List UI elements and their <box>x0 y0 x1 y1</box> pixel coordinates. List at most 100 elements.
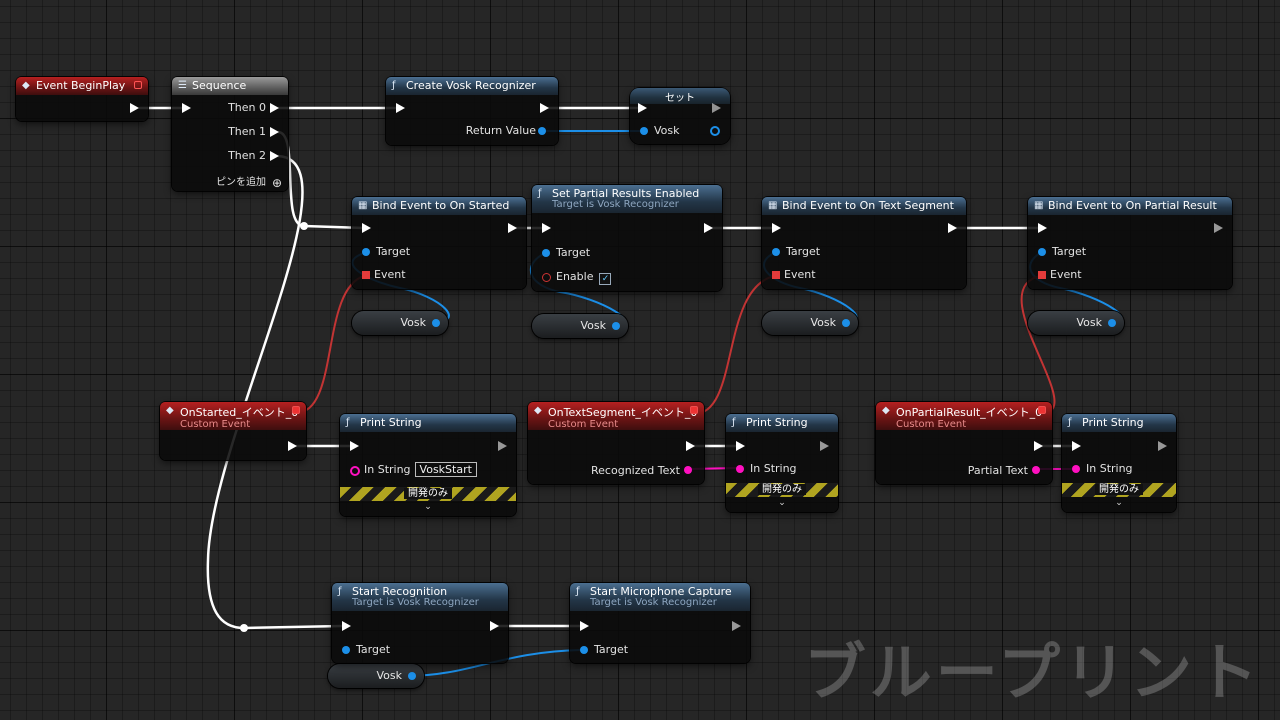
in-string-pin[interactable] <box>736 465 744 473</box>
exec-out-pin[interactable] <box>732 621 741 631</box>
exec-out-pin[interactable] <box>712 103 721 113</box>
exec-in-pin[interactable] <box>1072 441 1081 451</box>
sequence-node[interactable]: ☰ Sequence Then 0 Then 1 Then 2 ピンを追加 ⊕ <box>172 77 288 191</box>
return-value-pin[interactable] <box>538 127 546 135</box>
then-2-pin[interactable] <box>270 151 279 161</box>
delegate-pin-icon[interactable] <box>134 81 142 89</box>
bind-on-text-segment-node[interactable]: ▦ Bind Event to On Text Segment Target E… <box>762 197 966 289</box>
exec-out-pin[interactable] <box>704 223 713 233</box>
delegate-pin-icon[interactable] <box>292 406 300 414</box>
exec-out-pin[interactable] <box>1214 223 1223 233</box>
exec-out-pin[interactable] <box>130 103 139 113</box>
exec-out-pin[interactable] <box>288 441 297 451</box>
vosk-output-pin[interactable] <box>710 126 720 136</box>
in-string-input[interactable]: VoskStart <box>414 462 477 477</box>
vosk-output-pin[interactable] <box>842 319 850 327</box>
target-pin[interactable] <box>362 248 370 256</box>
vosk-getter-node[interactable]: Vosk <box>352 311 448 335</box>
node-header[interactable]: ƒ Start Recognition Target is Vosk Recog… <box>332 583 508 611</box>
node-header[interactable]: ƒ Start Microphone Capture Target is Vos… <box>570 583 750 611</box>
vosk-output-pin[interactable] <box>612 322 620 330</box>
vosk-getter-node[interactable]: Vosk <box>1028 311 1124 335</box>
node-header[interactable]: ◆ OnPartialResult_イベント_0 Custom Event <box>876 402 1052 430</box>
delegate-pin-icon[interactable] <box>690 406 698 414</box>
target-pin[interactable] <box>772 248 780 256</box>
vosk-getter-node[interactable]: Vosk <box>532 314 628 338</box>
exec-in-pin[interactable] <box>362 223 371 233</box>
node-header[interactable]: ◆ Event BeginPlay <box>16 77 148 95</box>
start-microphone-capture-node[interactable]: ƒ Start Microphone Capture Target is Vos… <box>570 583 750 663</box>
event-beginplay-node[interactable]: ◆ Event BeginPlay <box>16 77 148 121</box>
on-text-segment-event-node[interactable]: ◆ OnTextSegment_イベント_0 Custom Event Reco… <box>528 402 704 484</box>
target-pin[interactable] <box>342 646 350 654</box>
event-pin[interactable] <box>772 271 780 279</box>
node-header[interactable]: ▦ Bind Event to On Partial Result <box>1028 197 1232 215</box>
vosk-input-pin[interactable] <box>640 127 648 135</box>
in-string-pin[interactable] <box>1072 465 1080 473</box>
recognized-text-pin[interactable] <box>684 466 692 474</box>
expand-chevron-icon[interactable]: ⌄ <box>340 502 516 512</box>
exec-out-pin[interactable] <box>948 223 957 233</box>
node-header[interactable]: ƒ Print String <box>1062 414 1176 432</box>
node-header[interactable]: ☰ Sequence <box>172 77 288 95</box>
set-partial-results-node[interactable]: ƒ Set Partial Results Enabled Target is … <box>532 185 722 291</box>
expand-chevron-icon[interactable]: ⌄ <box>1062 498 1176 508</box>
exec-in-pin[interactable] <box>542 223 551 233</box>
exec-out-pin[interactable] <box>498 441 507 451</box>
exec-in-pin[interactable] <box>396 103 405 113</box>
add-pin-icon[interactable]: ⊕ <box>272 175 282 191</box>
exec-in-pin[interactable] <box>772 223 781 233</box>
exec-in-pin[interactable] <box>638 103 647 113</box>
on-started-event-node[interactable]: ◆ OnStarted_イベント_0 Custom Event <box>160 402 306 460</box>
node-header[interactable]: ◆ OnTextSegment_イベント_0 Custom Event <box>528 402 704 430</box>
node-header[interactable]: ▦ Bind Event to On Text Segment <box>762 197 966 215</box>
enable-checkbox[interactable]: ✓ <box>599 273 612 285</box>
event-pin[interactable] <box>1038 271 1046 279</box>
node-header[interactable]: ƒ Print String <box>340 414 516 432</box>
start-recognition-node[interactable]: ƒ Start Recognition Target is Vosk Recog… <box>332 583 508 663</box>
print-string-node[interactable]: ƒ Print String In String 開発のみ ⌄ <box>1062 414 1176 512</box>
partial-text-pin[interactable] <box>1032 466 1040 474</box>
vosk-getter-node[interactable]: Vosk <box>328 664 424 688</box>
exec-out-pin[interactable] <box>820 441 829 451</box>
node-header[interactable]: ƒ Set Partial Results Enabled Target is … <box>532 185 722 213</box>
then-0-pin[interactable] <box>270 103 279 113</box>
node-header[interactable]: ▦ Bind Event to On Started <box>352 197 526 215</box>
exec-out-pin[interactable] <box>1034 441 1043 451</box>
target-pin[interactable] <box>1038 248 1046 256</box>
target-pin[interactable] <box>580 646 588 654</box>
exec-out-pin[interactable] <box>490 621 499 631</box>
exec-out-pin[interactable] <box>1158 441 1167 451</box>
exec-in-pin[interactable] <box>342 621 351 631</box>
add-pin-button[interactable]: ピンを追加 <box>216 175 266 191</box>
expand-chevron-icon[interactable]: ⌄ <box>726 498 838 508</box>
node-header[interactable]: ƒ Create Vosk Recognizer <box>386 77 558 95</box>
exec-out-pin[interactable] <box>508 223 517 233</box>
print-string-node[interactable]: ƒ Print String In String 開発のみ ⌄ <box>726 414 838 512</box>
event-pin[interactable] <box>362 271 370 279</box>
vosk-output-pin[interactable] <box>1108 319 1116 327</box>
exec-out-pin[interactable] <box>540 103 549 113</box>
set-vosk-node[interactable]: セット Vosk <box>630 88 730 144</box>
enable-pin[interactable] <box>542 273 551 282</box>
print-string-node[interactable]: ƒ Print String In String VoskStart 開発のみ ⌄ <box>340 414 516 516</box>
exec-in-pin[interactable] <box>350 441 359 451</box>
vosk-output-pin[interactable] <box>432 319 440 327</box>
vosk-getter-node[interactable]: Vosk <box>762 311 858 335</box>
node-header[interactable]: ◆ OnStarted_イベント_0 Custom Event <box>160 402 306 430</box>
node-header[interactable]: ƒ Print String <box>726 414 838 432</box>
exec-in-pin[interactable] <box>736 441 745 451</box>
bind-on-started-node[interactable]: ▦ Bind Event to On Started Target Event <box>352 197 526 289</box>
exec-in-pin[interactable] <box>1038 223 1047 233</box>
exec-in-pin[interactable] <box>580 621 589 631</box>
vosk-output-pin[interactable] <box>408 672 416 680</box>
on-partial-result-event-node[interactable]: ◆ OnPartialResult_イベント_0 Custom Event Pa… <box>876 402 1052 484</box>
then-1-pin[interactable] <box>270 127 279 137</box>
target-pin[interactable] <box>542 249 550 257</box>
exec-in-pin[interactable] <box>182 103 191 113</box>
delegate-pin-icon[interactable] <box>1038 406 1046 414</box>
in-string-pin[interactable] <box>350 466 360 476</box>
exec-out-pin[interactable] <box>686 441 695 451</box>
create-vosk-recognizer-node[interactable]: ƒ Create Vosk Recognizer Return Value <box>386 77 558 145</box>
node-header[interactable]: セット <box>630 88 730 104</box>
